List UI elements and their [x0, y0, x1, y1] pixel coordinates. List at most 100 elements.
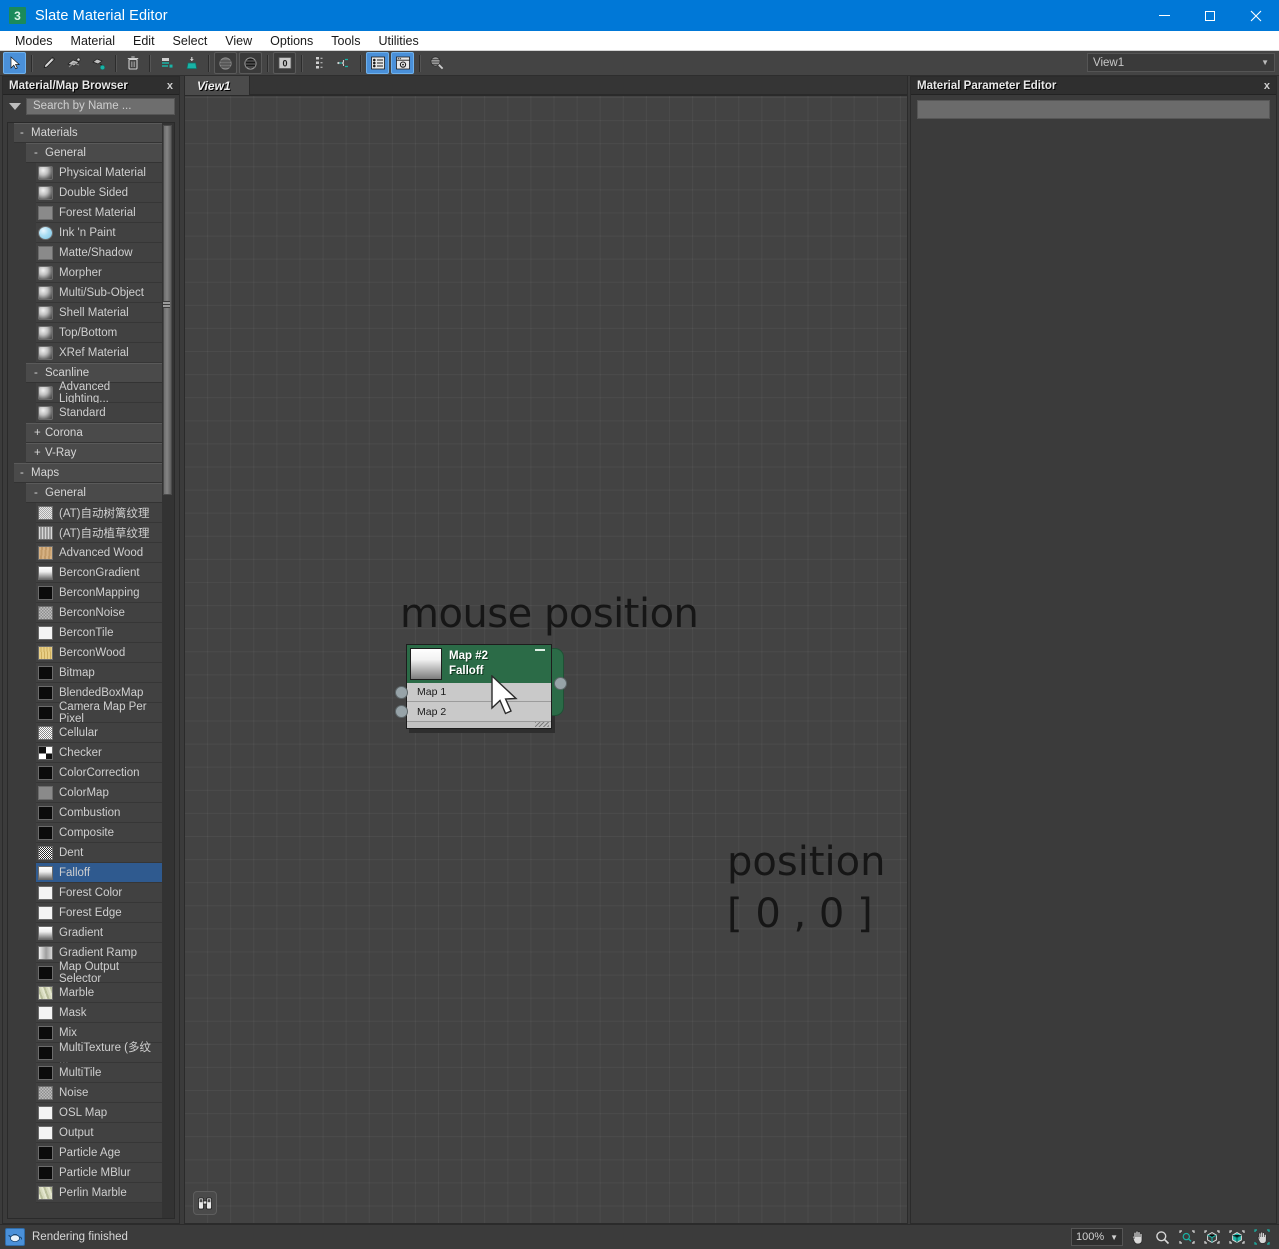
tree-item[interactable]: Composite — [36, 823, 162, 843]
pick-material-button[interactable] — [37, 52, 60, 74]
pan-all-button[interactable] — [1251, 1227, 1273, 1247]
tree-group-v-ray[interactable]: + V-Ray — [26, 443, 162, 463]
tree-item[interactable]: Forest Edge — [36, 903, 162, 923]
zoom-region-button[interactable] — [1176, 1227, 1198, 1247]
put-material-to-scene-button[interactable] — [180, 52, 203, 74]
tree-item[interactable]: Matte/Shadow — [36, 243, 162, 263]
zoom-button[interactable] — [1151, 1227, 1173, 1247]
triangle-down-icon[interactable] — [9, 102, 21, 110]
tree-group-maps[interactable]: - Maps — [14, 463, 162, 483]
background-dark-button[interactable] — [239, 52, 262, 74]
tree-item[interactable]: Standard — [36, 403, 162, 423]
menu-modes[interactable]: Modes — [6, 31, 62, 51]
move-children-button[interactable] — [155, 52, 178, 74]
tree-item[interactable]: BerconTile — [36, 623, 162, 643]
parameter-editor-close-button[interactable]: x — [1264, 80, 1270, 92]
tree-group-materials[interactable]: - Materials — [14, 123, 162, 143]
node-canvas[interactable]: mouse position position [ 0 , 0 ] Map #2… — [185, 96, 907, 1223]
close-button[interactable] — [1233, 0, 1279, 31]
tree-item[interactable]: MultiTile — [36, 1063, 162, 1083]
tree-item[interactable]: Falloff — [36, 863, 162, 883]
material-id-channel-button[interactable]: 0 — [273, 52, 296, 74]
tree-item[interactable]: Forest Color — [36, 883, 162, 903]
browser-tree[interactable]: - Materials - General Physical Material Doubl… — [7, 122, 175, 1219]
minus-icon[interactable] — [535, 649, 545, 651]
tab-view1[interactable]: View1 — [185, 76, 250, 95]
tree-item[interactable]: BerconGradient — [36, 563, 162, 583]
tree-item[interactable]: Physical Material — [36, 163, 162, 183]
browser-scrollbar-thumb[interactable] — [163, 125, 172, 495]
tree-item[interactable]: BerconWood — [36, 643, 162, 663]
tree-item[interactable]: Checker — [36, 743, 162, 763]
tree-item[interactable]: Output — [36, 1123, 162, 1143]
search-input[interactable]: Search by Name ... — [26, 97, 175, 115]
menu-options[interactable]: Options — [261, 31, 322, 51]
node-resize-grip[interactable] — [535, 722, 549, 727]
tree-item[interactable]: BerconMapping — [36, 583, 162, 603]
toggle-browser-button[interactable] — [366, 52, 389, 74]
zoom-extents-button[interactable] — [1201, 1227, 1223, 1247]
menu-edit[interactable]: Edit — [124, 31, 164, 51]
tree-item[interactable]: Map Output Selector — [36, 961, 162, 985]
tree-item[interactable]: Advanced Wood — [36, 543, 162, 563]
tree-item[interactable]: Particle Age — [36, 1143, 162, 1163]
show-material-in-viewport-button[interactable] — [87, 52, 110, 74]
tree-item[interactable]: Marble — [36, 983, 162, 1003]
tree-item[interactable]: Perlin Marble — [36, 1183, 162, 1203]
select-tool-button[interactable] — [3, 52, 26, 74]
tree-item[interactable]: Gradient — [36, 923, 162, 943]
tree-item[interactable]: Morpher — [36, 263, 162, 283]
tree-group-general[interactable]: - General — [26, 143, 162, 163]
select-by-material-button[interactable] — [425, 52, 448, 74]
tree-item[interactable]: (AT)自动树篱纹理 — [36, 503, 162, 523]
node-body[interactable]: Map #2 Falloff Map 1 Map 2 — [395, 644, 552, 729]
background-preview-button[interactable] — [214, 52, 237, 74]
tree-item[interactable]: Particle MBlur — [36, 1163, 162, 1183]
tree-item[interactable]: Combustion — [36, 803, 162, 823]
tree-item[interactable]: Double Sided — [36, 183, 162, 203]
layout-vertical-button[interactable] — [307, 52, 330, 74]
tree-group-corona[interactable]: + Corona — [26, 423, 162, 443]
view-selector[interactable]: View1 ▼ — [1087, 53, 1275, 72]
zoom-level-selector[interactable]: 100% ▼ — [1071, 1228, 1123, 1246]
output-socket[interactable] — [554, 677, 567, 690]
tree-item[interactable]: MultiTexture (多纹 ... — [36, 1042, 162, 1067]
menu-tools[interactable]: Tools — [322, 31, 369, 51]
menu-utilities[interactable]: Utilities — [369, 31, 427, 51]
pan-view-button[interactable] — [1126, 1227, 1148, 1247]
tree-item[interactable]: Camera Map Per Pixel — [36, 701, 162, 725]
tree-group-general[interactable]: - General — [26, 483, 162, 503]
tree-item[interactable]: Mask — [36, 1003, 162, 1023]
tree-item[interactable]: ColorCorrection — [36, 763, 162, 783]
node-thumbnail[interactable] — [410, 648, 442, 680]
tree-item[interactable]: Dent — [36, 843, 162, 863]
browser-close-button[interactable]: x — [167, 80, 173, 92]
zoom-extents-selected-button[interactable] — [1226, 1227, 1248, 1247]
toggle-parameter-editor-button[interactable] — [391, 52, 414, 74]
layout-branch-button[interactable] — [332, 52, 355, 74]
minimize-button[interactable] — [1141, 0, 1187, 31]
delete-button[interactable] — [121, 52, 144, 74]
tree-item[interactable]: Top/Bottom — [36, 323, 162, 343]
input-socket[interactable] — [395, 686, 408, 699]
tree-item[interactable]: ColorMap — [36, 783, 162, 803]
teapot-icon[interactable] — [5, 1228, 25, 1246]
menu-select[interactable]: Select — [164, 31, 217, 51]
tree-item[interactable]: (AT)自动植草纹理 — [36, 523, 162, 543]
assign-material-button[interactable] — [62, 52, 85, 74]
maximize-button[interactable] — [1187, 0, 1233, 31]
tree-item[interactable]: Noise — [36, 1083, 162, 1103]
tree-item[interactable]: Bitmap — [36, 663, 162, 683]
tree-item[interactable]: Advanced Lighting... — [36, 381, 162, 405]
navigator-button[interactable] — [193, 1191, 217, 1215]
node-input-row[interactable]: Map 1 — [395, 683, 551, 702]
tree-item[interactable]: Ink 'n Paint — [36, 223, 162, 243]
input-socket[interactable] — [395, 705, 408, 718]
node-header[interactable]: Map #2 Falloff — [407, 645, 551, 683]
tree-item[interactable]: BerconNoise — [36, 603, 162, 623]
tree-item[interactable]: Cellular — [36, 723, 162, 743]
tree-item[interactable]: OSL Map — [36, 1103, 162, 1123]
node-input-row[interactable]: Map 2 — [395, 702, 551, 721]
tree-item[interactable]: Multi/Sub-Object — [36, 283, 162, 303]
browser-scrollbar[interactable] — [162, 123, 174, 1218]
